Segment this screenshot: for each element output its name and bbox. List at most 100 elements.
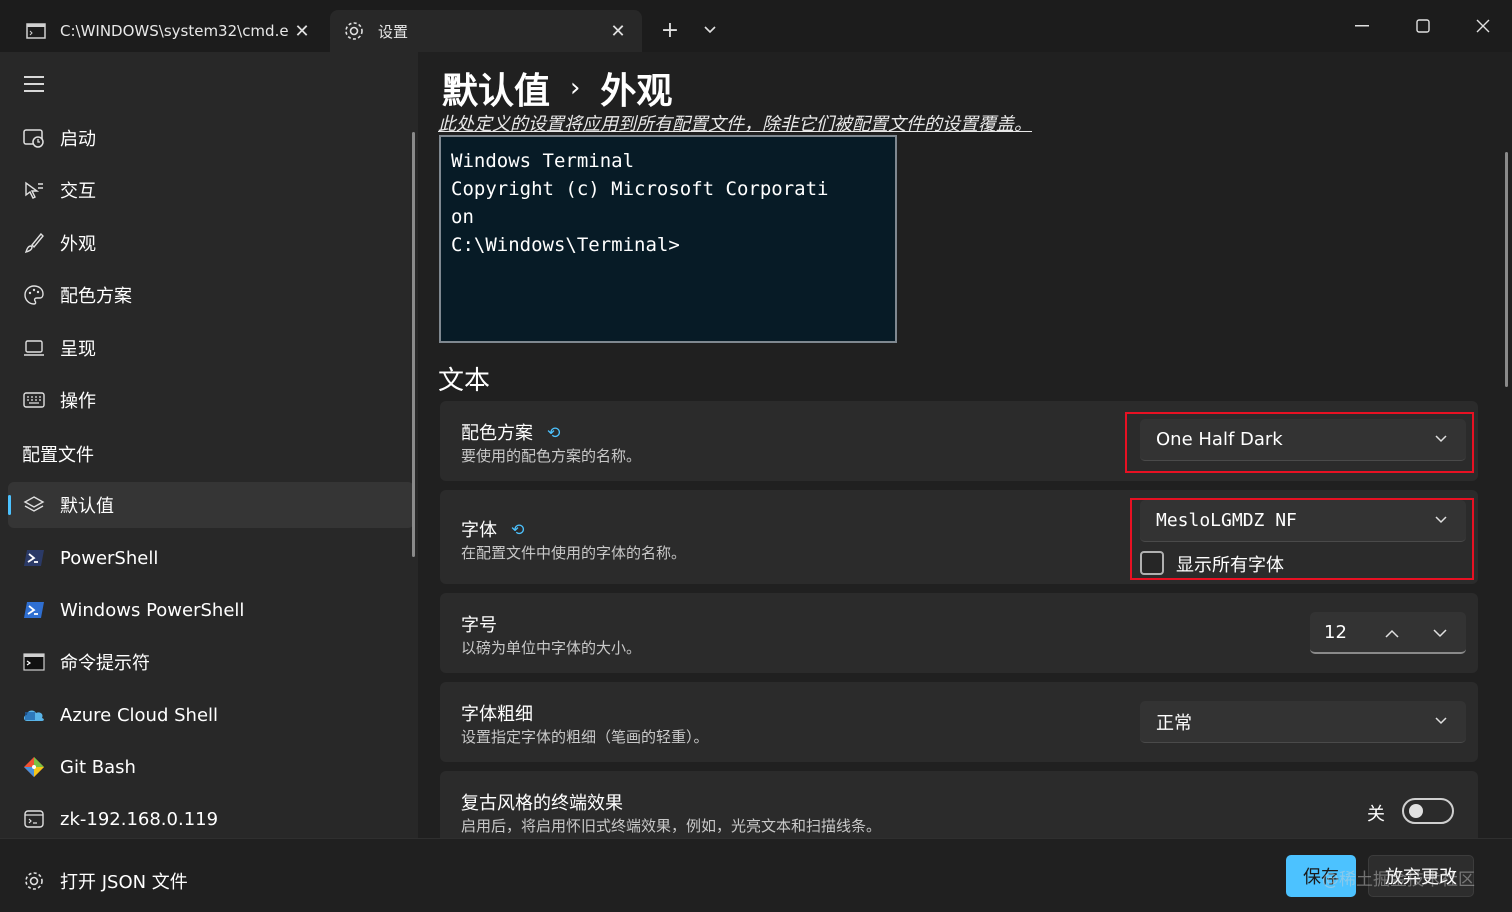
sidebar-item-label: 外观 bbox=[60, 234, 96, 255]
close-icon[interactable]: ✕ bbox=[288, 17, 316, 45]
dropdown-value: 正常 bbox=[1156, 712, 1192, 734]
section-title: 文本 bbox=[438, 366, 491, 396]
chevron-down-icon[interactable] bbox=[696, 14, 724, 46]
breadcrumb-current: 外观 bbox=[600, 71, 673, 112]
setting-title-text: 字体 bbox=[461, 520, 497, 541]
sidebar-item-interaction[interactable]: 交互 bbox=[8, 167, 414, 213]
setting-description: 要使用的配色方案的名称。 bbox=[461, 447, 642, 465]
setting-description: 设置指定字体的粗细（笔画的轻重）。 bbox=[461, 728, 709, 746]
breadcrumb-parent[interactable]: 默认值 bbox=[442, 62, 550, 114]
sidebar-item-label: 配色方案 bbox=[60, 286, 132, 307]
reset-icon[interactable]: ⟲ bbox=[547, 423, 560, 442]
new-tab-button[interactable]: + bbox=[656, 14, 684, 46]
stepper-value: 12 bbox=[1324, 622, 1347, 643]
keyboard-icon bbox=[8, 392, 60, 408]
toggle-state-label: 关 bbox=[1367, 804, 1385, 825]
preview-line: C:\Windows\Terminal> bbox=[451, 234, 680, 256]
preview-line: Copyright (c) Microsoft Corporati bbox=[451, 178, 829, 200]
sidebar-item-azure-cloud-shell[interactable]: Azure Cloud Shell bbox=[8, 692, 414, 738]
console-icon bbox=[24, 19, 48, 43]
sidebar-item-startup[interactable]: 启动 bbox=[8, 115, 414, 161]
page-subtitle: 此处定义的设置将应用到所有配置文件，除非它们被配置文件的设置覆盖。 bbox=[438, 114, 1032, 135]
powershell-icon bbox=[8, 549, 60, 567]
preview-line: on bbox=[451, 206, 474, 228]
gear-icon bbox=[342, 19, 366, 43]
setting-title: 字体 ⟲ bbox=[461, 516, 524, 542]
setting-title: 复古风格的终端效果 bbox=[461, 789, 623, 815]
minimize-button[interactable] bbox=[1332, 0, 1392, 52]
sidebar-scrollbar[interactable] bbox=[412, 132, 415, 557]
maximize-button[interactable] bbox=[1393, 0, 1453, 52]
setting-title-text: 字号 bbox=[461, 615, 497, 636]
font-weight-dropdown[interactable]: 正常 bbox=[1140, 701, 1466, 743]
cmd-icon bbox=[8, 653, 60, 671]
sidebar-item-label: 操作 bbox=[60, 391, 96, 412]
brush-icon bbox=[8, 232, 60, 254]
font-weight-setting: 字体粗细 设置指定字体的粗细（笔画的轻重）。 正常 bbox=[440, 682, 1478, 762]
sidebar-item-label: zk-192.168.0.119 bbox=[60, 808, 219, 830]
watermark: @稀土掘金技术社区 bbox=[1322, 870, 1475, 890]
toggle-knob bbox=[1409, 804, 1423, 818]
startup-icon bbox=[8, 128, 60, 148]
font-size-setting: 字号 以磅为单位中字体的大小。 12 bbox=[440, 593, 1478, 673]
setting-title-text: 配色方案 bbox=[461, 423, 533, 444]
close-window-button[interactable] bbox=[1453, 0, 1512, 52]
highlight-box bbox=[1125, 412, 1474, 473]
layers-icon bbox=[8, 494, 60, 516]
menu-icon[interactable] bbox=[20, 72, 48, 96]
setting-description: 在配置文件中使用的字体的名称。 bbox=[461, 544, 687, 562]
sidebar-item-powershell[interactable]: PowerShell bbox=[8, 535, 414, 581]
sidebar: 启动 交互 外观 配色方案 呈现 操作 配置文件 默认值 PowerShell … bbox=[0, 52, 418, 912]
sidebar-item-ssh-profile[interactable]: zk-192.168.0.119 bbox=[8, 796, 414, 842]
sidebar-item-label: 命令提示符 bbox=[60, 653, 150, 674]
sidebar-item-windows-powershell[interactable]: Windows PowerShell bbox=[8, 587, 414, 633]
gear-icon bbox=[8, 870, 60, 892]
sidebar-item-label: 呈现 bbox=[60, 339, 96, 360]
tab-label: C:\WINDOWS\system32\cmd.e bbox=[60, 22, 288, 40]
retro-effect-toggle[interactable] bbox=[1402, 798, 1454, 824]
sidebar-item-label: Windows PowerShell bbox=[60, 599, 245, 621]
open-json-label: 打开 JSON 文件 bbox=[60, 872, 188, 893]
monitor-icon bbox=[8, 339, 60, 357]
sidebar-item-appearance[interactable]: 外观 bbox=[8, 220, 414, 266]
setting-title: 配色方案 ⟲ bbox=[461, 419, 560, 445]
sidebar-item-command-prompt[interactable]: 命令提示符 bbox=[8, 639, 414, 685]
tab-settings[interactable]: 设置 ✕ bbox=[330, 10, 642, 52]
main-scrollbar[interactable] bbox=[1505, 152, 1508, 387]
setting-title: 字号 bbox=[461, 611, 497, 637]
main-content: 默认值 › 外观 此处定义的设置将应用到所有配置文件，除非它们被配置文件的设置覆… bbox=[418, 52, 1512, 912]
sidebar-item-label: 交互 bbox=[60, 181, 96, 202]
ssh-icon bbox=[8, 809, 60, 829]
sidebar-item-label: Azure Cloud Shell bbox=[60, 704, 219, 726]
sidebar-item-label: 启动 bbox=[60, 129, 96, 150]
chevron-down-icon[interactable] bbox=[1428, 621, 1452, 645]
tab-cmd[interactable]: C:\WINDOWS\system32\cmd.e ✕ bbox=[12, 10, 326, 52]
font-size-stepper[interactable]: 12 bbox=[1310, 612, 1466, 654]
chevron-up-icon[interactable] bbox=[1380, 621, 1404, 645]
breadcrumb: 默认值 › 外观 bbox=[442, 62, 672, 114]
git-icon bbox=[8, 756, 60, 778]
sidebar-item-git-bash[interactable]: Git Bash bbox=[8, 744, 414, 790]
setting-description: 以磅为单位中字体的大小。 bbox=[461, 639, 642, 657]
chevron-down-icon bbox=[1432, 712, 1450, 730]
sidebar-item-rendering[interactable]: 呈现 bbox=[8, 325, 414, 371]
setting-title: 字体粗细 bbox=[461, 700, 533, 726]
setting-title-text: 字体粗细 bbox=[461, 704, 533, 725]
setting-title-text: 复古风格的终端效果 bbox=[461, 793, 623, 814]
breadcrumb-separator: › bbox=[570, 73, 581, 103]
sidebar-item-label: PowerShell bbox=[60, 547, 159, 569]
tab-label: 设置 bbox=[378, 22, 409, 41]
open-json-button[interactable]: 打开 JSON 文件 bbox=[8, 858, 414, 904]
azure-icon bbox=[8, 706, 60, 724]
sidebar-item-color-schemes[interactable]: 配色方案 bbox=[8, 272, 414, 318]
setting-description: 启用后，将启用怀旧式终端效果，例如，光亮文本和扫描线条。 bbox=[461, 817, 882, 835]
title-bar: C:\WINDOWS\system32\cmd.e ✕ 设置 ✕ + bbox=[0, 0, 1512, 52]
profiles-header: 配置文件 bbox=[22, 445, 94, 466]
sidebar-item-actions[interactable]: 操作 bbox=[8, 377, 414, 423]
sidebar-item-defaults[interactable]: 默认值 bbox=[8, 482, 414, 528]
sidebar-item-label: Git Bash bbox=[60, 756, 136, 778]
palette-icon bbox=[8, 284, 60, 306]
reset-icon[interactable]: ⟲ bbox=[511, 520, 524, 539]
windows-powershell-icon bbox=[8, 601, 60, 619]
close-icon[interactable]: ✕ bbox=[604, 17, 632, 45]
